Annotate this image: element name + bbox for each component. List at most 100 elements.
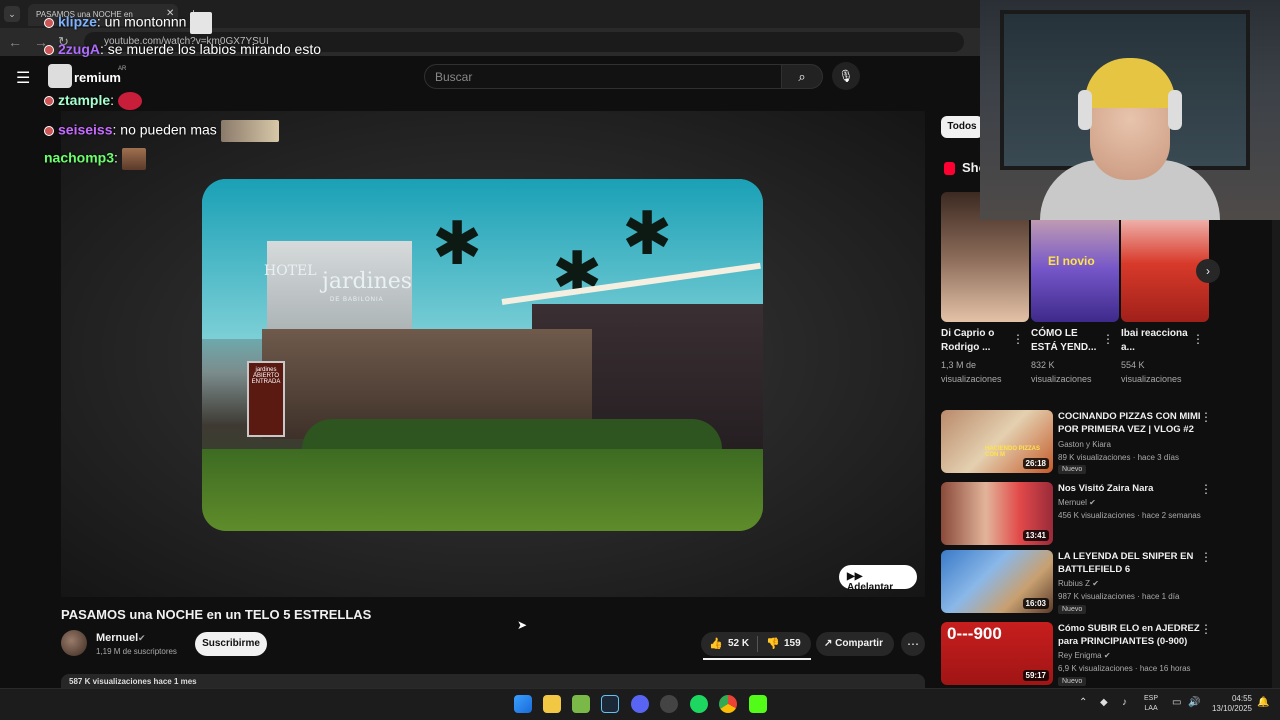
back-arrow-icon[interactable]: ← — [8, 34, 22, 50]
like-count[interactable]: 52 K — [728, 638, 749, 649]
hotel-sign: HOTEL — [264, 263, 317, 279]
chip-all[interactable]: Todos — [941, 116, 983, 138]
description-box[interactable]: 587 K visualizaciones hace 1 mes — [61, 674, 925, 688]
video-duration: 59:17 — [1022, 670, 1049, 681]
chat-message: seiseiss: no pueden mas — [44, 120, 279, 142]
verified-icon: ✔ — [1103, 651, 1111, 660]
video-duration: 13:41 — [1022, 530, 1049, 541]
youtube-logo-icon[interactable] — [48, 64, 72, 88]
hamburger-menu-icon[interactable]: ☰ — [16, 68, 30, 88]
more-vertical-icon[interactable]: ⋮ — [1200, 482, 1212, 496]
new-badge: Nuevo — [1058, 465, 1087, 474]
thumbnail-text: HACIENDO PIZZAS CON M — [985, 446, 1041, 458]
chat-message: klipze: un montonnn — [44, 12, 213, 34]
emote-image — [190, 12, 213, 34]
entry-sign: jardines ABIERTO ENTRADA — [247, 361, 285, 437]
app-icon[interactable] — [660, 695, 678, 713]
more-vertical-icon[interactable]: ⋮ — [1102, 332, 1114, 346]
verified-icon: ✔ — [138, 633, 146, 643]
chevron-right-icon[interactable]: › — [1196, 259, 1220, 283]
windows-start-icon[interactable] — [514, 695, 532, 713]
channel-name[interactable]: Gaston y Kiara — [1058, 440, 1111, 449]
video-meta: 89 K visualizaciones · hace 3 días — [1058, 453, 1179, 462]
more-vertical-icon[interactable]: ⋮ — [1192, 332, 1204, 346]
search-button[interactable]: ⌕ — [781, 64, 823, 89]
more-actions-button[interactable]: ⋯ — [901, 632, 925, 656]
discord-icon[interactable] — [631, 695, 649, 713]
more-vertical-icon[interactable]: ⋮ — [1200, 622, 1212, 636]
channel-name[interactable]: Rubius Z ✔ — [1058, 579, 1099, 588]
shorts-icon — [944, 162, 955, 175]
volume-icon[interactable]: 🔊 — [1188, 697, 1200, 708]
verified-icon: ✔ — [1089, 498, 1096, 507]
network-icon[interactable]: ▭ — [1172, 697, 1181, 708]
emote-image — [121, 148, 146, 170]
mouse-cursor-icon: ➤ — [517, 618, 528, 632]
thumbs-down-icon[interactable]: 👎 — [766, 637, 780, 650]
app-icon[interactable] — [572, 695, 590, 713]
channel-name[interactable]: Mernuel — [96, 632, 138, 644]
spotify-icon[interactable] — [690, 695, 708, 713]
new-badge: Nuevo — [1058, 677, 1087, 686]
short-overlay-text: El novio — [1048, 254, 1095, 268]
steam-icon[interactable] — [601, 695, 619, 713]
thumbs-up-icon[interactable]: 👍 — [709, 637, 723, 650]
video-thumbnail[interactable]: 13:41 — [941, 482, 1053, 545]
skip-forward-button[interactable]: ▶▶ Adelantar — [839, 565, 917, 593]
chat-message: nachomp3: — [44, 148, 146, 170]
video-title[interactable]: COCINANDO PIZZAS CON MIMI POR PRIMERA VE… — [1058, 410, 1208, 436]
video-title[interactable]: Cómo SUBIR ELO en AJEDREZ para PRINCIPIA… — [1058, 622, 1208, 648]
youtube-logo-text[interactable]: remium — [74, 70, 121, 85]
video-title[interactable]: Nos Visitó Zaira Nara — [1058, 482, 1208, 495]
tray-app-icon[interactable]: ◆ — [1100, 697, 1108, 708]
short-views: 1,3 M de visualizaciones — [941, 360, 1002, 384]
microphone-icon[interactable]: ♪ — [1122, 697, 1127, 708]
subscriber-count: 1,19 M de suscriptores — [96, 647, 177, 656]
video-thumbnail[interactable]: HACIENDO PIZZAS CON M 26:18 — [941, 410, 1053, 473]
like-underline — [703, 658, 811, 660]
streamer-webcam — [980, 0, 1280, 220]
channel-name[interactable]: Mernuel ✔ — [1058, 498, 1096, 507]
video-thumbnail[interactable]: 16:03 — [941, 550, 1053, 613]
channel-avatar[interactable] — [61, 630, 87, 656]
voice-search-button[interactable]: 🎙 — [832, 62, 860, 90]
chrome-icon[interactable] — [719, 695, 737, 713]
kick-icon[interactable] — [749, 695, 767, 713]
video-meta: 987 K visualizaciones · hace 1 día — [1058, 592, 1180, 601]
search-icon: ⌕ — [798, 69, 806, 84]
channel-name[interactable]: Rey Enigma ✔ — [1058, 651, 1111, 660]
short-title[interactable]: CÓMO LE ESTÁ YEND... — [1031, 327, 1103, 355]
divider — [757, 636, 758, 652]
short-views: 832 K visualizaciones — [1031, 360, 1092, 384]
language-indicator[interactable]: ESP LAA — [1144, 694, 1158, 714]
video-title[interactable]: LA LEYENDA DEL SNIPER EN BATTLEFIELD 6 — [1058, 550, 1208, 576]
more-vertical-icon[interactable]: ⋮ — [1200, 410, 1212, 424]
video-meta: 456 K visualizaciones · hace 2 semanas — [1058, 511, 1201, 520]
video-duration: 16:03 — [1022, 598, 1049, 609]
jardines-sign: jardines — [322, 269, 413, 294]
notification-icon[interactable]: 🔔 — [1257, 697, 1269, 708]
file-explorer-icon[interactable] — [543, 695, 561, 713]
video-title: PASAMOS una NOCHE en un TELO 5 ESTRELLAS — [61, 607, 372, 622]
babilonia-sign: DE BABILONIA — [330, 297, 384, 303]
tab-search-icon[interactable]: ⌄ — [4, 6, 20, 22]
clock[interactable]: 04:55 13/10/2025 — [1208, 694, 1252, 714]
chevron-up-icon[interactable]: ⌃ — [1079, 697, 1087, 708]
search-input[interactable]: Buscar — [424, 64, 782, 89]
video-meta: 6,9 K visualizaciones · hace 16 horas — [1058, 664, 1191, 673]
scrollbar[interactable] — [1272, 220, 1280, 688]
video-thumbnail[interactable]: 0---900 59:17 — [941, 622, 1053, 685]
subscribe-button[interactable]: Suscribirme — [195, 632, 267, 656]
emote-image — [220, 120, 279, 142]
video-frame: ✱ ✱ ✱ HOTEL jardines DE BABILONIA jardin… — [202, 179, 763, 531]
more-vertical-icon[interactable]: ⋮ — [1200, 550, 1212, 564]
verified-icon: ✔ — [1092, 579, 1099, 588]
thumbnail-text: 0---900 — [947, 624, 1002, 643]
short-title[interactable]: Di Caprio o Rodrigo ... — [941, 327, 1013, 355]
share-button[interactable]: ↗ Compartir — [816, 632, 894, 656]
lips-emote — [117, 92, 142, 111]
more-vertical-icon[interactable]: ⋮ — [1012, 332, 1024, 346]
short-title[interactable]: Ibai reacciona a... — [1121, 327, 1193, 355]
dislike-count[interactable]: 159 — [784, 638, 801, 649]
share-icon: ↗ — [824, 638, 836, 649]
